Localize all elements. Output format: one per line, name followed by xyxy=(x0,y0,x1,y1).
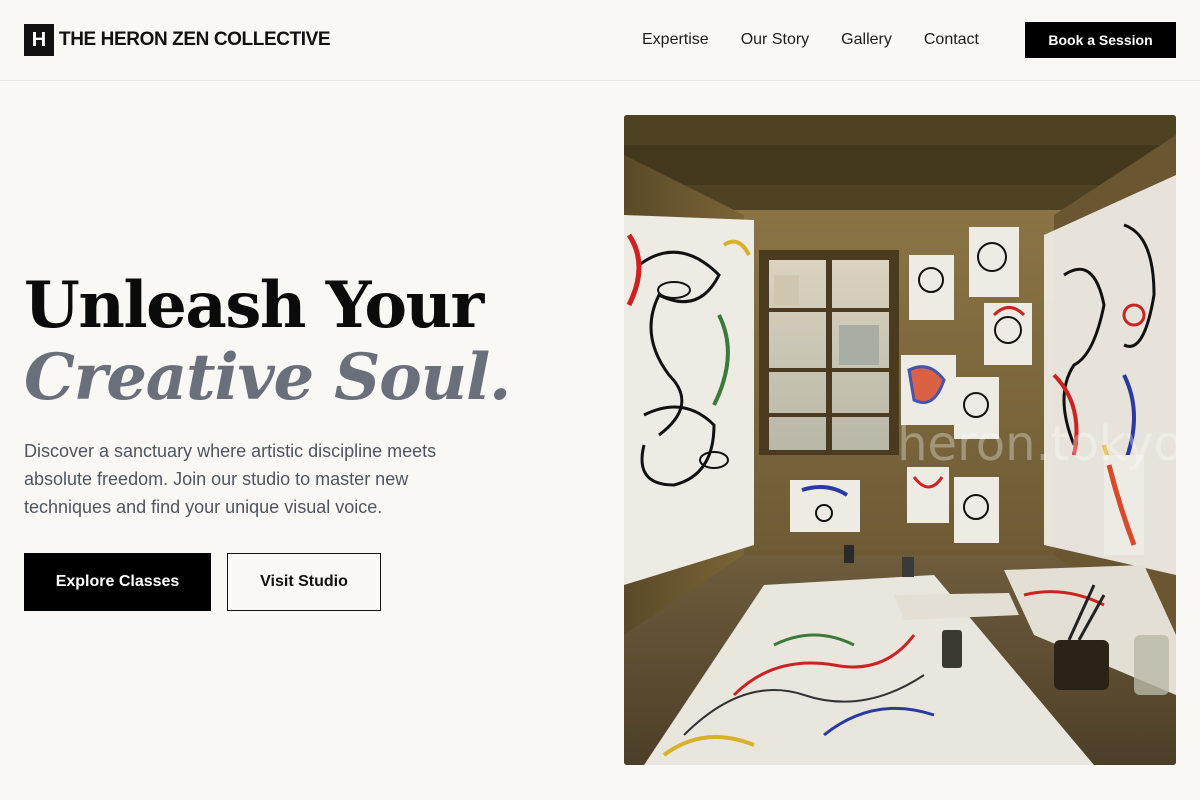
logo-mark-icon: H xyxy=(24,24,54,56)
hero-title-line-1: Unleash Your xyxy=(24,268,484,343)
main-nav: Expertise Our Story Gallery Contact xyxy=(626,28,995,52)
hero-title-line-2: Creative Soul. xyxy=(24,340,511,415)
studio-photo: heron.tokyo xyxy=(624,115,1176,765)
nav-link-expertise[interactable]: Expertise xyxy=(626,28,725,52)
site-header: H THE HERON ZEN COLLECTIVE Expertise Our… xyxy=(0,0,1200,81)
visit-studio-button[interactable]: Visit Studio xyxy=(227,553,381,611)
watermark-text: heron.tokyo xyxy=(897,416,1176,472)
nav-link-our-story[interactable]: Our Story xyxy=(725,28,825,52)
hero-description: Discover a sanctuary where artistic disc… xyxy=(24,441,437,517)
brand-logo[interactable]: H THE HERON ZEN COLLECTIVE xyxy=(24,24,331,56)
explore-classes-button[interactable]: Explore Classes xyxy=(24,553,211,611)
nav-link-contact[interactable]: Contact xyxy=(908,28,995,52)
brand-name: THE HERON ZEN COLLECTIVE xyxy=(59,29,331,50)
book-session-button[interactable]: Book a Session xyxy=(1025,22,1176,58)
nav-link-gallery[interactable]: Gallery xyxy=(825,28,908,52)
studio-illustration: heron.tokyo xyxy=(624,115,1176,765)
hero-title: Unleash Your Creative Soul. xyxy=(24,268,511,415)
